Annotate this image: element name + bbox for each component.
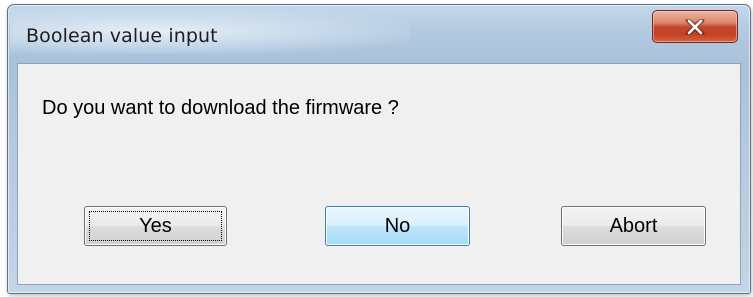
abort-button-label: Abort [609, 214, 658, 237]
dialog-message: Do you want to download the firmware ? [42, 97, 399, 119]
abort-button[interactable]: Abort [561, 206, 706, 246]
no-button[interactable]: No [325, 206, 470, 246]
dialog-body: Do you want to download the firmware ? Y… [17, 63, 741, 285]
close-icon [685, 18, 705, 35]
close-button[interactable] [652, 10, 738, 43]
yes-button[interactable]: Yes [84, 206, 227, 246]
dialog-window: Boolean value input Do you want to downl… [7, 4, 751, 294]
no-button-label: No [384, 214, 411, 237]
yes-button-label: Yes [139, 214, 172, 237]
title-bar[interactable]: Boolean value input [8, 5, 750, 63]
window-title: Boolean value input [26, 25, 218, 47]
